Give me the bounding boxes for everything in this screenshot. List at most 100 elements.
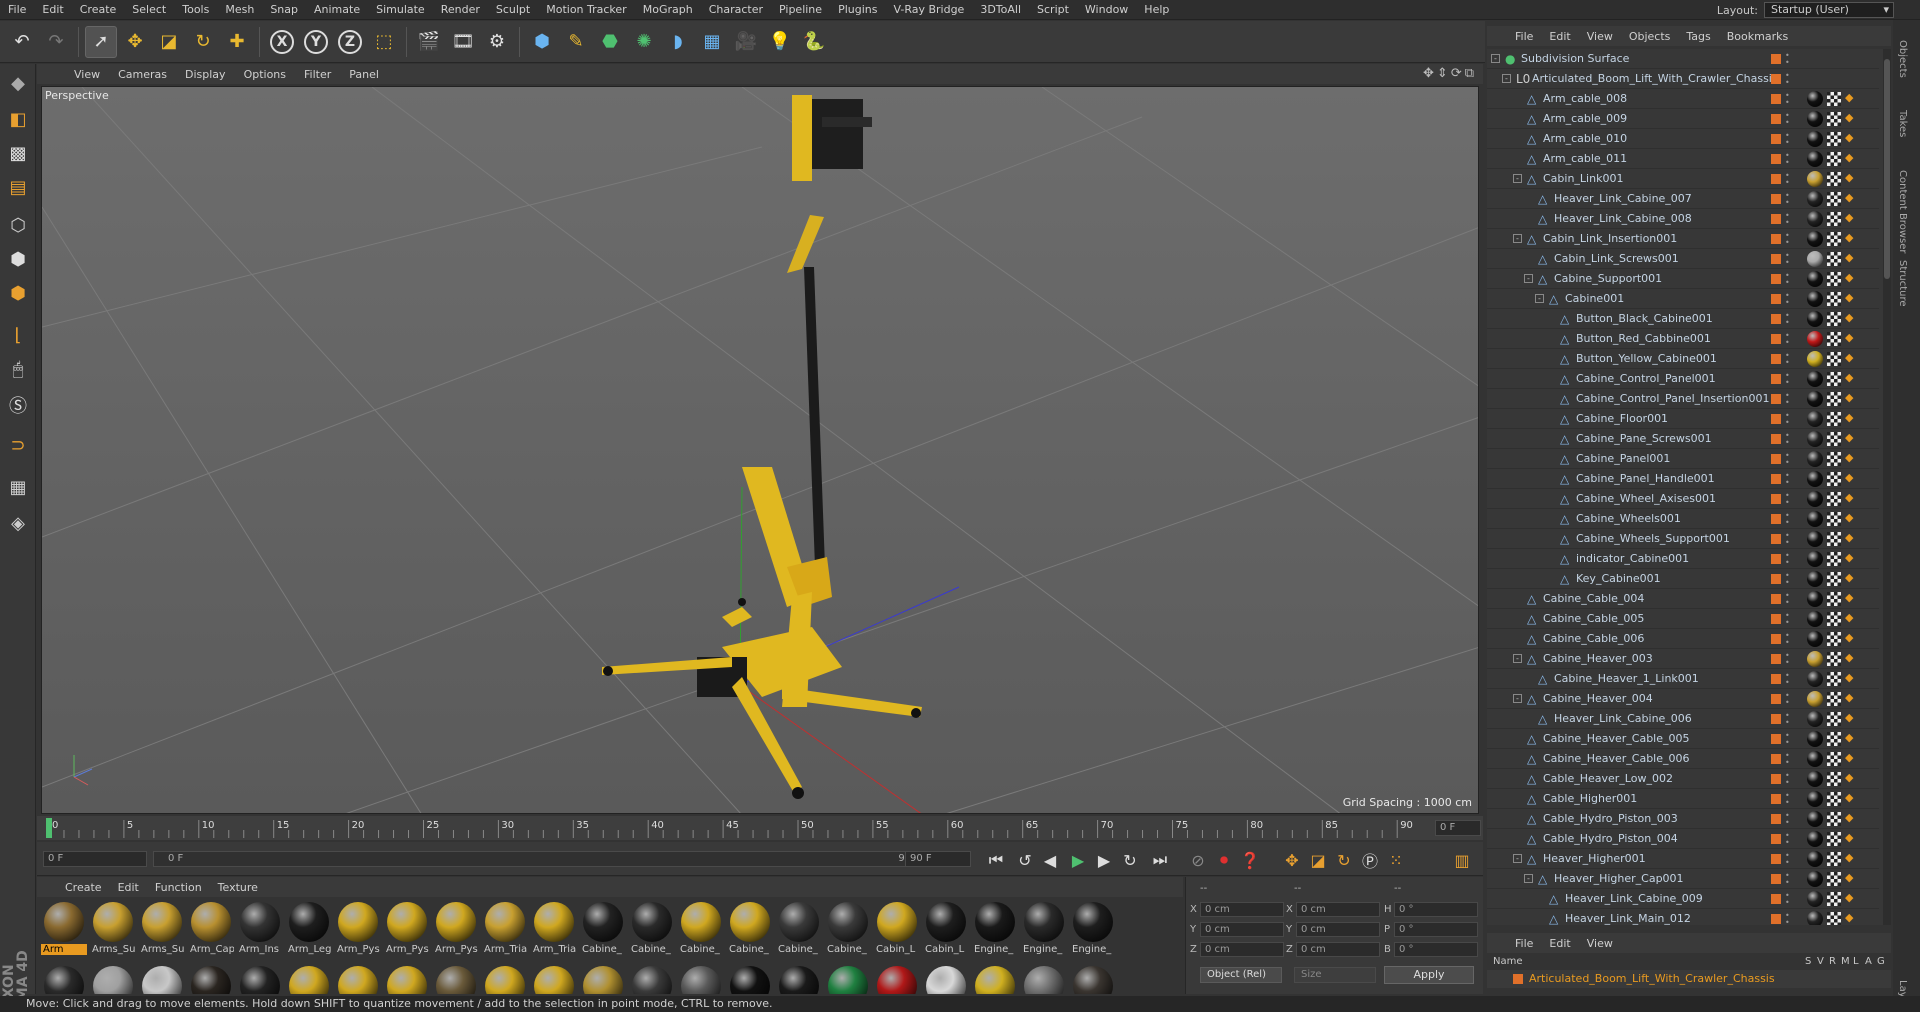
menu-script[interactable]: Script (1029, 0, 1077, 20)
apply-button[interactable]: Apply (1384, 966, 1474, 984)
material-swatch[interactable] (629, 964, 675, 994)
uvw-tag-icon[interactable] (1827, 112, 1841, 126)
menu-tools[interactable]: Tools (174, 0, 217, 20)
uvw-tag-icon[interactable] (1827, 312, 1841, 326)
viewport-menu-options[interactable]: Options (235, 68, 295, 81)
timeline-window-icon[interactable]: ▥ (1451, 850, 1473, 870)
menu-create[interactable]: Create (72, 0, 125, 20)
layer-color-icon[interactable] (1771, 114, 1781, 124)
go-to-start-icon[interactable]: ⏮ (985, 850, 1007, 870)
material-tag-icon[interactable] (1807, 871, 1823, 887)
visibility-dots-icon[interactable]: • • (1785, 412, 1791, 427)
material-tag-icon[interactable] (1807, 551, 1823, 567)
material-tag-icon[interactable] (1807, 231, 1823, 247)
material-swatch[interactable] (237, 964, 283, 994)
object-row[interactable]: △ Heaver_Link_Cabine_009 • • ◆ (1487, 889, 1879, 909)
phong-tag-icon[interactable]: ◆ (1845, 491, 1853, 504)
visibility-dots-icon[interactable]: • • (1785, 752, 1791, 767)
material-menu-create[interactable]: Create (57, 881, 110, 894)
edge-mode-icon[interactable]: ⬢ (3, 244, 33, 274)
object-row[interactable]: △ Cabine_Cable_005 • • ◆ (1487, 609, 1879, 629)
x-axis-lock-button[interactable]: X (266, 26, 298, 58)
uvw-tag-icon[interactable] (1827, 352, 1841, 366)
material-tag-icon[interactable] (1807, 331, 1823, 347)
material-swatch[interactable] (531, 964, 577, 994)
material-swatch[interactable] (1021, 964, 1067, 994)
key-rotation-icon[interactable]: ↻ (1333, 850, 1355, 870)
key-position-icon[interactable]: ✥ (1281, 850, 1303, 870)
tree-toggle[interactable]: - (1513, 174, 1522, 183)
uvw-tag-icon[interactable] (1827, 552, 1841, 566)
visibility-dots-icon[interactable]: • • (1785, 352, 1791, 367)
layer-color-icon[interactable] (1771, 94, 1781, 104)
material-swatch[interactable] (1070, 964, 1116, 994)
material-swatch[interactable]: Cabin_L (923, 900, 969, 962)
tree-toggle[interactable]: - (1524, 274, 1533, 283)
menu-3dtoall[interactable]: 3DToAll (972, 0, 1029, 20)
render-settings-icon[interactable]: ⚙ (481, 26, 513, 58)
material-tag-icon[interactable] (1807, 571, 1823, 587)
python-icon[interactable]: 🐍 (798, 26, 830, 58)
uvw-tag-icon[interactable] (1827, 152, 1841, 166)
object-row[interactable]: △ Cable_Hydro_Piston_003 • • ◆ (1487, 809, 1879, 829)
object-list-scrollbar[interactable] (1883, 49, 1891, 925)
layer-color-icon[interactable] (1771, 234, 1781, 244)
layer-color-icon[interactable] (1771, 314, 1781, 324)
viewport-menu-display[interactable]: Display (176, 68, 235, 81)
render-picture-viewer-icon[interactable]: 🎞 (447, 26, 479, 58)
object-row[interactable]: △ Arm_cable_008 • • ◆ (1487, 89, 1879, 109)
phong-tag-icon[interactable]: ◆ (1845, 271, 1853, 284)
layer-color-icon[interactable] (1771, 594, 1781, 604)
material-swatch[interactable]: Arms_Su (139, 900, 185, 962)
snap-icon[interactable]: Ⓢ (3, 390, 33, 420)
object-row[interactable]: - △ Heaver_Higher_Cap001 • • ◆ (1487, 869, 1879, 889)
material-swatch[interactable] (433, 964, 479, 994)
layer-color-icon[interactable] (1771, 434, 1781, 444)
material-swatch[interactable]: Cabine_ (776, 900, 822, 962)
layer-flag-g[interactable]: G (1877, 956, 1889, 967)
material-swatch[interactable] (727, 964, 773, 994)
phong-tag-icon[interactable]: ◆ (1845, 831, 1853, 844)
menu-mesh[interactable]: Mesh (217, 0, 262, 20)
uvw-tag-icon[interactable] (1827, 812, 1841, 826)
menu-mograph[interactable]: MoGraph (635, 0, 701, 20)
coordinate-system-icon[interactable]: ⬚ (368, 26, 400, 58)
object-row[interactable]: - ● Subdivision Surface • • (1487, 49, 1879, 69)
tweak-mode-icon[interactable]: 🖱 (3, 354, 33, 384)
deformer-icon[interactable]: ◗ (662, 26, 694, 58)
layer-color-icon[interactable] (1771, 214, 1781, 224)
visibility-dots-icon[interactable]: • • (1785, 232, 1791, 247)
phong-tag-icon[interactable]: ◆ (1845, 911, 1853, 924)
uvw-tag-icon[interactable] (1827, 692, 1841, 706)
visibility-dots-icon[interactable]: • • (1785, 392, 1791, 407)
object-menu-objects[interactable]: Objects (1621, 30, 1679, 43)
material-tag-icon[interactable] (1807, 151, 1823, 167)
object-row[interactable]: △ Button_Black_Cabine001 • • ◆ (1487, 309, 1879, 329)
uvw-tag-icon[interactable] (1827, 572, 1841, 586)
visibility-dots-icon[interactable]: • • (1785, 332, 1791, 347)
uvw-tag-icon[interactable] (1827, 612, 1841, 626)
object-row[interactable]: △ Cabine_Heaver_Cable_006 • • ◆ (1487, 749, 1879, 769)
phong-tag-icon[interactable]: ◆ (1845, 451, 1853, 464)
boom-lift-model[interactable] (602, 95, 922, 799)
timeline-ruler[interactable]: 0 5 10 15 20 25 30 35 40 45 50 55 60 65 70 75 80 85 90 0 F (37, 816, 1483, 840)
object-row[interactable]: - △ Cabine_Heaver_004 • • ◆ (1487, 689, 1879, 709)
material-swatch[interactable] (825, 964, 871, 994)
layer-flag-l[interactable]: L (1853, 956, 1865, 967)
uvw-tag-icon[interactable] (1827, 132, 1841, 146)
uvw-tag-icon[interactable] (1827, 672, 1841, 686)
layer-color-icon[interactable] (1771, 634, 1781, 644)
menu-snap[interactable]: Snap (262, 0, 306, 20)
phong-tag-icon[interactable]: ◆ (1845, 551, 1853, 564)
timeline-current-frame[interactable]: 0 F (1435, 820, 1481, 836)
phong-tag-icon[interactable]: ◆ (1845, 251, 1853, 264)
uvw-tag-icon[interactable] (1827, 872, 1841, 886)
layer-color-icon[interactable] (1771, 674, 1781, 684)
playhead[interactable] (46, 818, 52, 838)
uvw-tag-icon[interactable] (1827, 512, 1841, 526)
preview-range-slider[interactable]: 0 F 90 F (153, 851, 939, 867)
object-row[interactable]: △ Cabine_Heaver_1_Link001 • • ◆ (1487, 669, 1879, 689)
visibility-dots-icon[interactable]: • • (1785, 292, 1791, 307)
visibility-dots-icon[interactable]: • • (1785, 612, 1791, 627)
visibility-dots-icon[interactable]: • • (1785, 92, 1791, 107)
